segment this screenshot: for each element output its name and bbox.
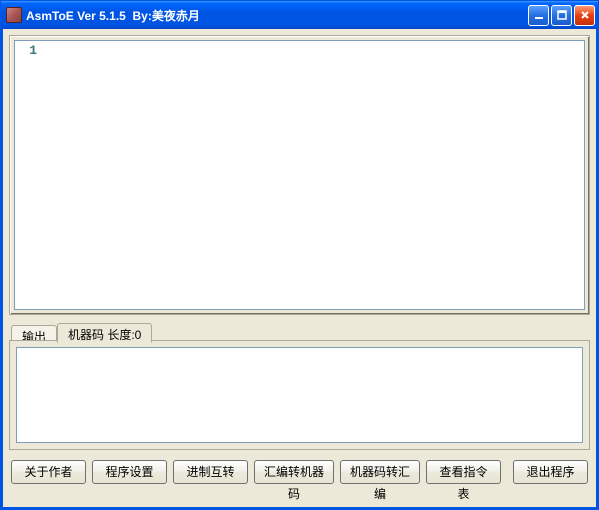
- minimize-button[interactable]: [528, 5, 549, 26]
- code-area[interactable]: [43, 41, 584, 309]
- about-button[interactable]: 关于作者: [11, 460, 86, 484]
- line-number: 1: [15, 43, 37, 58]
- opcode-table-button[interactable]: 查看指令表: [426, 460, 501, 484]
- close-icon: [580, 10, 590, 20]
- maximize-button[interactable]: [551, 5, 572, 26]
- minimize-icon: [534, 10, 544, 20]
- titlebar[interactable]: AsmToE Ver 5.1.5 By:美夜赤月: [1, 1, 598, 29]
- tab-machinecode[interactable]: 机器码 长度:0: [57, 323, 152, 343]
- maximize-icon: [557, 10, 567, 20]
- editor-panel: 1: [9, 35, 590, 315]
- window-buttons: [528, 5, 595, 26]
- settings-button[interactable]: 程序设置: [92, 460, 167, 484]
- button-bar: 关于作者 程序设置 进制互转 汇编转机器码 机器码转汇编 查看指令表 退出程序: [9, 456, 590, 486]
- tabs-container: 输出 机器码 长度:0: [9, 321, 590, 450]
- tab-pane: [9, 340, 590, 450]
- output-textarea[interactable]: [16, 347, 583, 443]
- exit-button[interactable]: 退出程序: [513, 460, 588, 484]
- code-editor[interactable]: 1: [14, 40, 585, 310]
- asm-to-machinecode-button[interactable]: 汇编转机器码: [254, 460, 334, 484]
- radix-convert-button[interactable]: 进制互转: [173, 460, 248, 484]
- app-icon: [6, 7, 22, 23]
- tab-strip: 输出 机器码 长度:0: [9, 321, 590, 341]
- app-window: AsmToE Ver 5.1.5 By:美夜赤月 1 输出: [0, 0, 599, 510]
- close-button[interactable]: [574, 5, 595, 26]
- line-gutter: 1: [15, 41, 43, 309]
- window-title: AsmToE Ver 5.1.5 By:美夜赤月: [26, 7, 528, 24]
- machinecode-to-asm-button[interactable]: 机器码转汇编: [340, 460, 420, 484]
- client-area: 1 输出 机器码 长度:0 关于作者 程序设置 进制互转 汇编转机器码 机器码转…: [1, 29, 598, 509]
